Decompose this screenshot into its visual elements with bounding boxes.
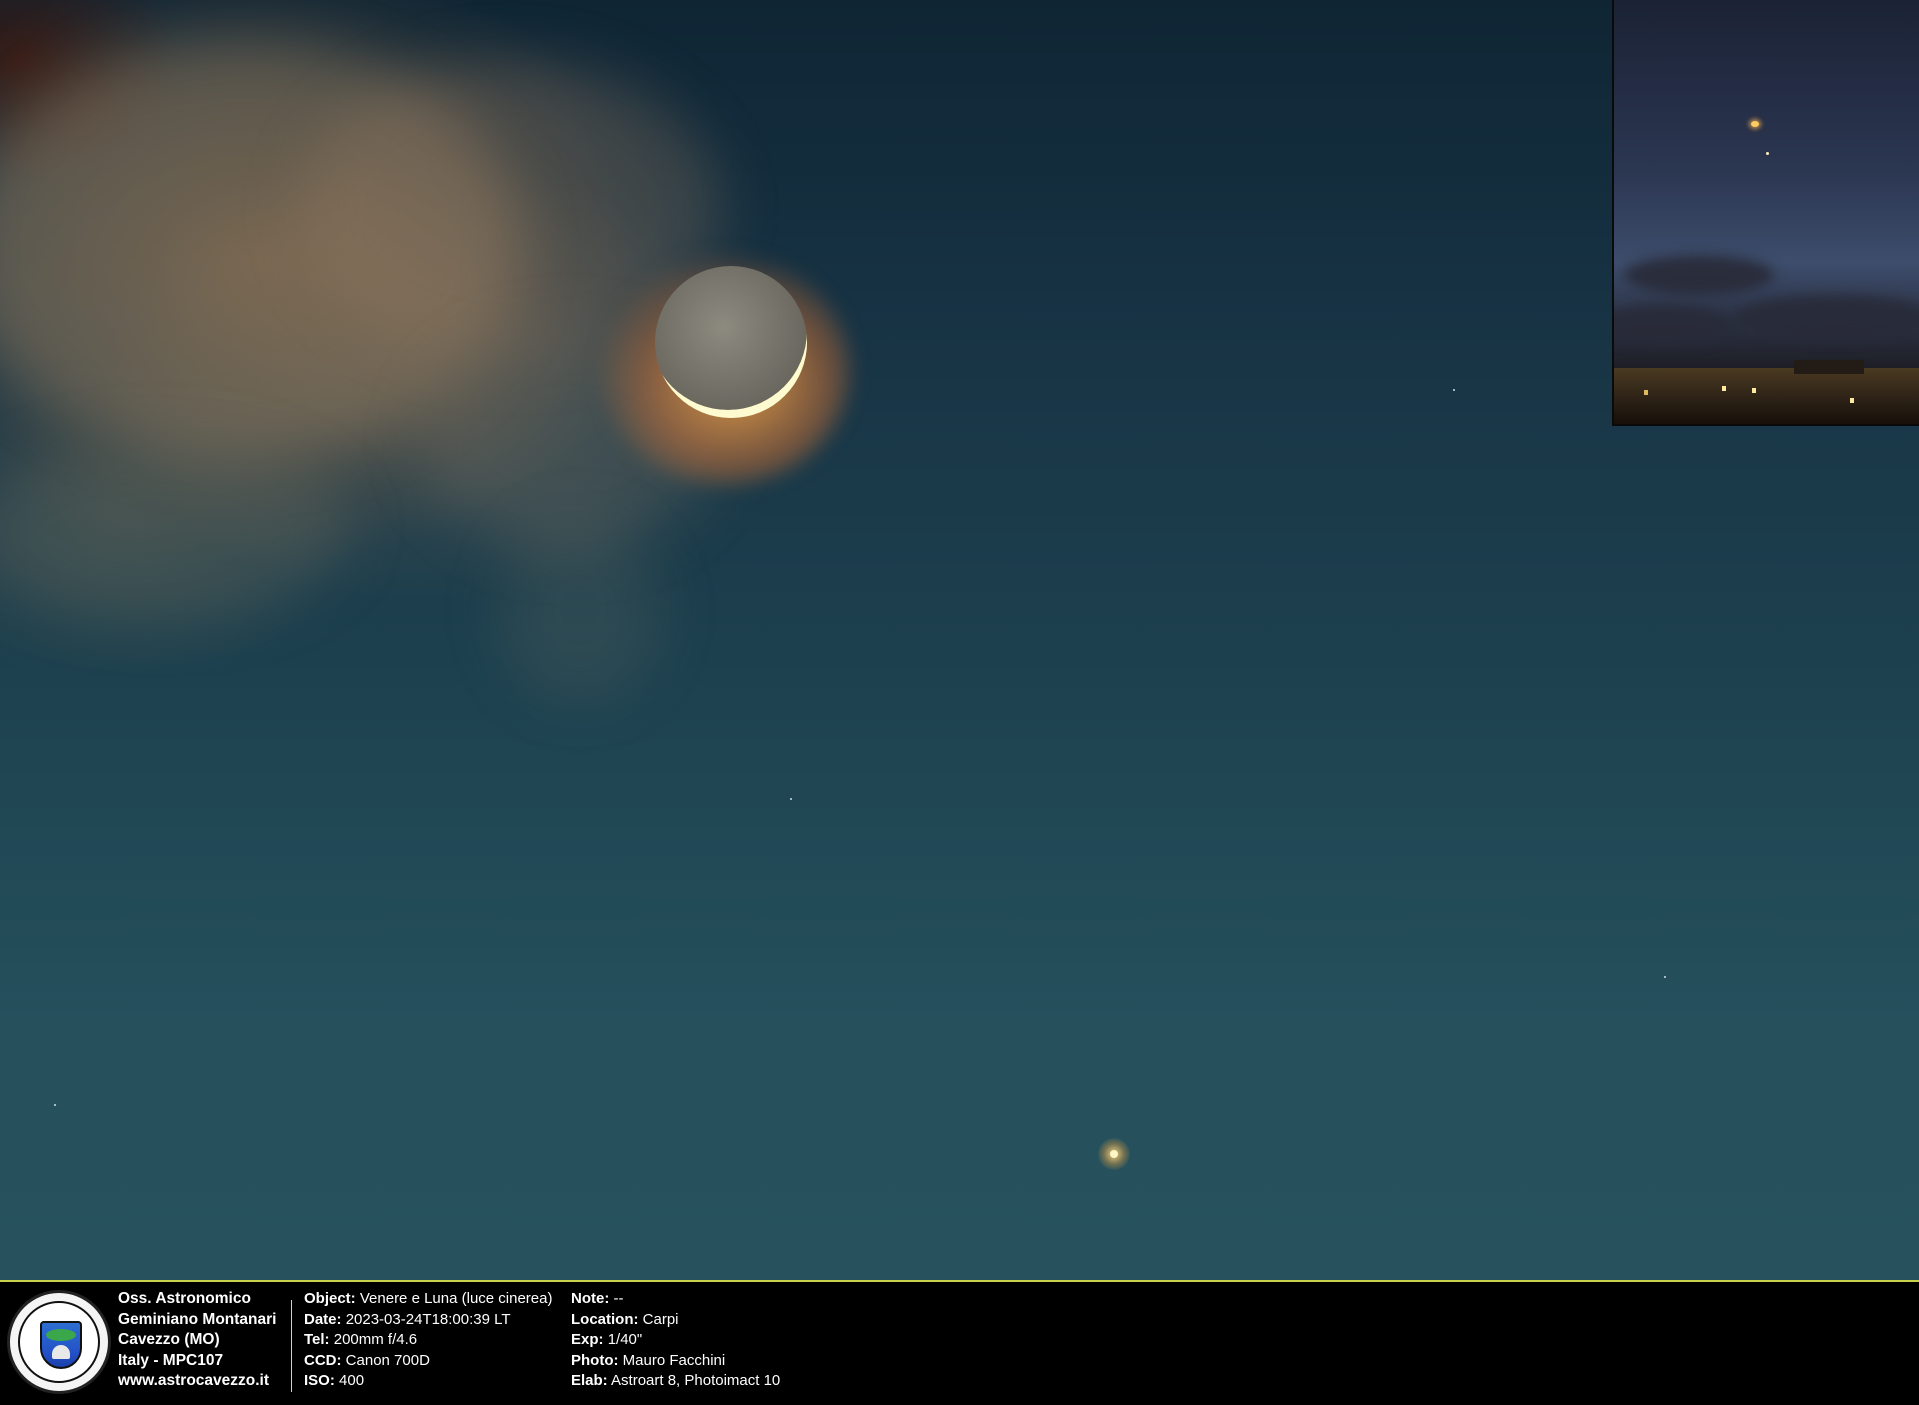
- star: [1453, 389, 1455, 391]
- info-value: Astroart 8, Photoimact 10: [611, 1372, 781, 1389]
- info-row-elab: Elab: Astroart 8, Photoimact 10: [571, 1371, 780, 1392]
- star: [1664, 976, 1666, 978]
- info-row-date: Date: 2023-03-24T18:00:39 LT: [304, 1310, 553, 1331]
- info-row-photo: Photo: Mauro Facchini: [571, 1351, 780, 1372]
- info-row-location: Location: Carpi: [571, 1310, 780, 1331]
- processing-info-block: Note: -- Location: Carpi Exp: 1/40" Phot…: [571, 1289, 780, 1392]
- footer-divider: [291, 1300, 292, 1392]
- info-label: Exp:: [571, 1331, 604, 1348]
- seal-leaf: [46, 1329, 76, 1341]
- seal-dome: [52, 1345, 70, 1359]
- seal-ring: [18, 1301, 100, 1383]
- cloud: [500, 520, 660, 700]
- inset-moon: [1751, 121, 1759, 127]
- astrophoto-frame: Oss. Astronomico Geminiano Montanari Cav…: [0, 0, 1919, 1405]
- seal-shield: [40, 1321, 82, 1369]
- observatory-line: Italy - MPC107: [118, 1351, 224, 1369]
- inset-venus: [1766, 152, 1769, 155]
- info-row-tel: Tel: 200mm f/4.6: [304, 1330, 553, 1351]
- info-value: 400: [339, 1372, 365, 1389]
- inset-cloud: [1614, 305, 1734, 345]
- inset-window: [1722, 386, 1726, 391]
- capture-info-block: Object: Venere e Luna (luce cinerea) Dat…: [304, 1289, 553, 1392]
- moon-crescent: [655, 266, 807, 418]
- observatory-seal-logo: [7, 1290, 111, 1394]
- cloud: [0, 440, 350, 620]
- info-label: ISO:: [304, 1372, 335, 1389]
- inset-window: [1850, 398, 1854, 403]
- info-value: Carpi: [642, 1310, 679, 1328]
- star: [790, 798, 792, 800]
- info-value: Mauro Facchini: [622, 1351, 726, 1369]
- info-label: CCD:: [304, 1351, 342, 1369]
- star: [54, 1104, 56, 1106]
- info-label: Object:: [304, 1290, 356, 1307]
- info-row-iso: ISO: 400: [304, 1371, 553, 1392]
- observatory-line: Oss. Astronomico: [118, 1290, 251, 1307]
- info-value: Venere e Luna (luce cinerea): [359, 1290, 553, 1307]
- venus: [1110, 1150, 1118, 1158]
- info-label: Date:: [304, 1310, 342, 1328]
- inset-cloud: [1624, 255, 1774, 295]
- inset-roof: [1794, 360, 1864, 374]
- inset-window: [1752, 388, 1756, 393]
- info-label: Note:: [571, 1290, 610, 1307]
- observatory-name-block: Oss. Astronomico Geminiano Montanari Cav…: [118, 1289, 276, 1392]
- info-value: 2023-03-24T18:00:39 LT: [345, 1310, 511, 1328]
- info-value: 1/40": [607, 1331, 643, 1348]
- info-label: Tel:: [304, 1331, 330, 1348]
- inset-cloud: [1734, 295, 1919, 340]
- info-label: Photo:: [571, 1351, 619, 1369]
- inset-buildings: [1614, 360, 1919, 424]
- info-value: 200mm f/4.6: [333, 1331, 418, 1348]
- info-row-exp: Exp: 1/40": [571, 1330, 780, 1351]
- observatory-line: Geminiano Montanari: [118, 1310, 277, 1328]
- observatory-website: www.astrocavezzo.it: [118, 1372, 270, 1389]
- info-row-ccd: CCD: Canon 700D: [304, 1351, 553, 1372]
- inset-window: [1644, 390, 1648, 395]
- wide-field-inset: [1612, 0, 1919, 426]
- info-value: Canon 700D: [345, 1351, 430, 1369]
- info-footer: Oss. Astronomico Geminiano Montanari Cav…: [0, 1280, 1919, 1405]
- info-value: --: [613, 1290, 624, 1307]
- observatory-line: Cavezzo (MO): [118, 1331, 220, 1348]
- moon-lit-limb: [655, 266, 807, 410]
- info-row-object: Object: Venere e Luna (luce cinerea): [304, 1289, 553, 1310]
- info-label: Elab:: [571, 1372, 608, 1389]
- info-label: Location:: [571, 1310, 639, 1328]
- info-row-note: Note: --: [571, 1289, 780, 1310]
